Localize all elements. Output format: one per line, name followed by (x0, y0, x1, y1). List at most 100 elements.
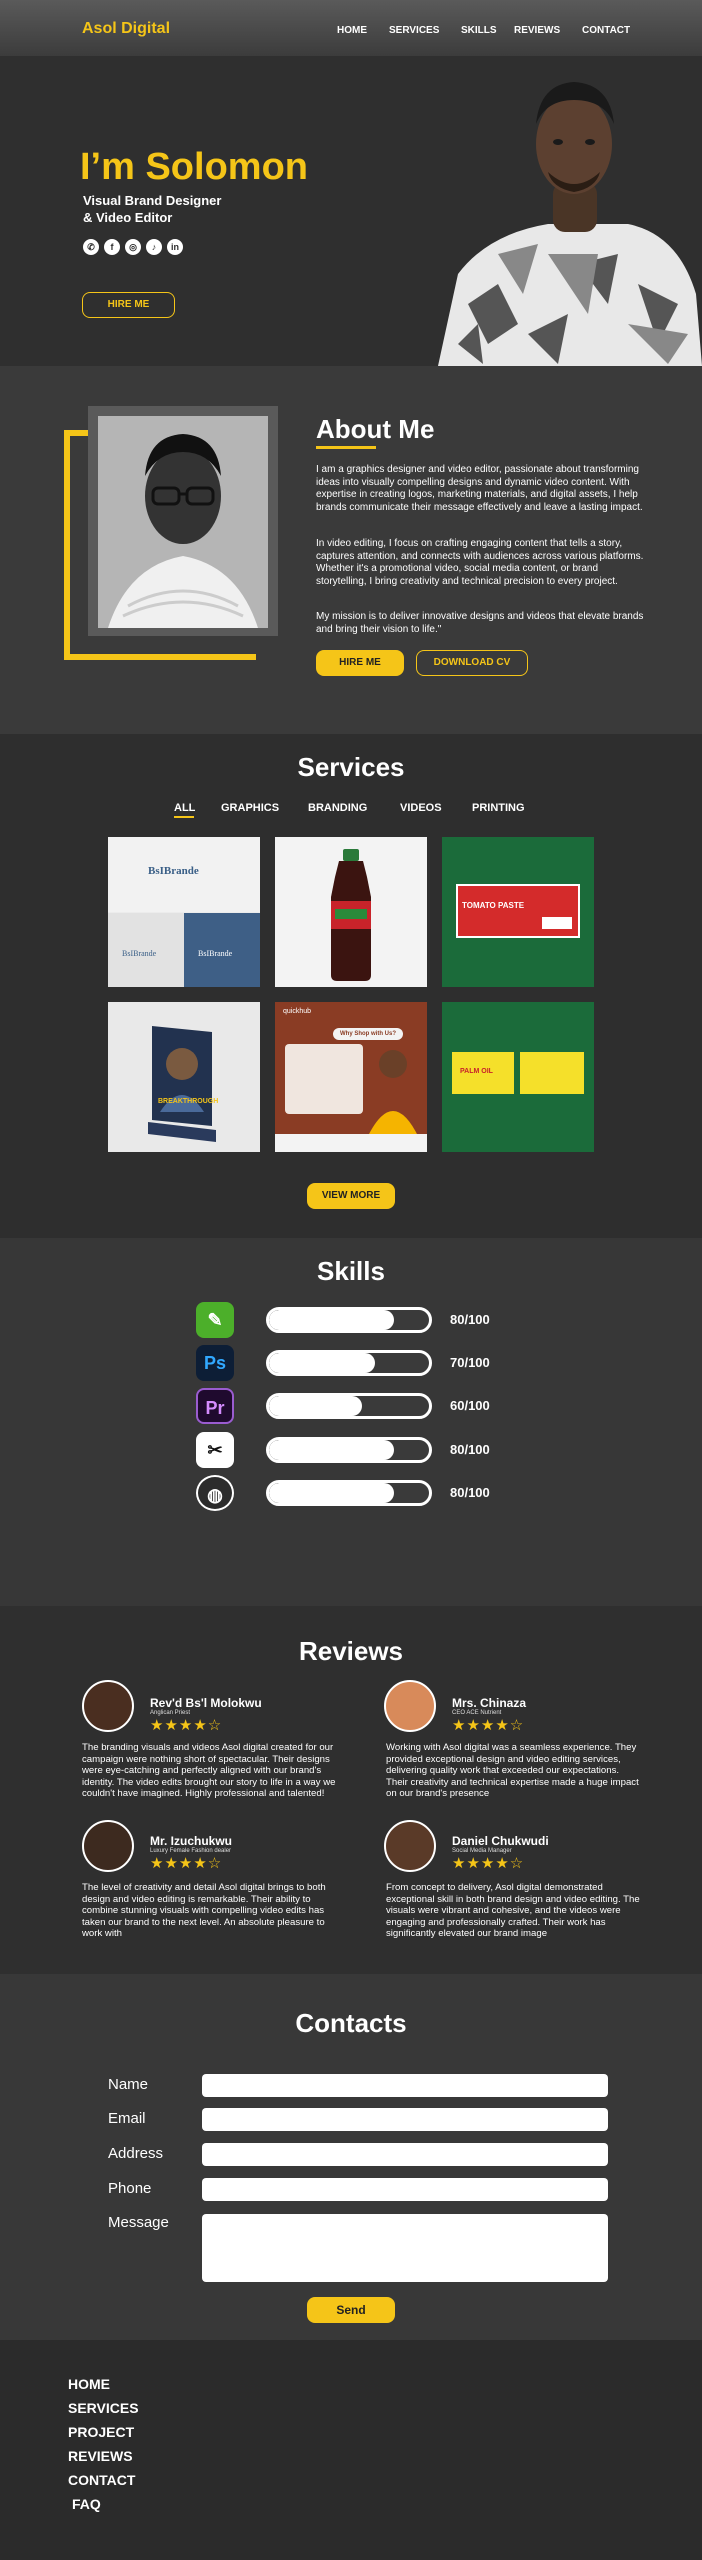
portfolio-tile-flyer[interactable]: quickhub Why Shop with Us? (275, 1002, 427, 1152)
tab-printing[interactable]: PRINTING (472, 802, 525, 814)
contacts-title: Contacts (295, 2008, 407, 2038)
services-section: Services ALL GRAPHICS BRANDING VIDEOS PR… (0, 734, 702, 1238)
reviewer-name: Mrs. Chinaza (452, 1696, 527, 1710)
brand-logo[interactable]: Asol Digital (82, 20, 170, 38)
about-photo (98, 416, 268, 628)
address-field[interactable] (202, 2143, 608, 2166)
reviewer-avatar (82, 1680, 134, 1732)
skill-progress-fill (269, 1353, 375, 1373)
skill-progress-bar (266, 1350, 432, 1376)
skill-progress-bar (266, 1437, 432, 1463)
photoshop-icon: Ps (196, 1345, 234, 1381)
hero-subtitle-line2: & Video Editor (83, 210, 173, 225)
star-rating: ★★★★☆ (452, 1855, 525, 1872)
download-cv-button[interactable]: DOWNLOAD CV (416, 650, 528, 676)
skill-progress-bar (266, 1393, 432, 1419)
tab-branding[interactable]: BRANDING (308, 802, 367, 814)
name-field[interactable] (202, 2074, 608, 2097)
tiktok-icon[interactable]: ♪ (146, 239, 162, 255)
skills-title: Skills (317, 1256, 385, 1286)
footer-link-home[interactable]: HOME (68, 2376, 110, 2392)
portfolio-tile-branding[interactable]: BsIBrande BsIBrande BsIBrande (108, 837, 260, 987)
premiere-pro-icon: Pr (196, 1388, 234, 1424)
site-footer: HOME SERVICES PROJECT REVIEWS CONTACT FA… (0, 2340, 702, 2560)
brand-mark-text: BsIBrande (198, 949, 233, 958)
star-rating: ★★★★☆ (150, 1717, 223, 1734)
hero-portrait (438, 82, 702, 366)
whatsapp-icon[interactable]: ✆ (83, 239, 99, 255)
tab-graphics[interactable]: GRAPHICS (221, 802, 279, 814)
skill-value: 70/100 (450, 1355, 490, 1370)
skill-value: 60/100 (450, 1398, 490, 1413)
coreldraw-icon: ✎ (196, 1302, 234, 1338)
footer-link-reviews[interactable]: REVIEWS (68, 2448, 133, 2464)
capcut-icon: ✂ (196, 1432, 234, 1468)
send-button[interactable]: Send (307, 2297, 395, 2323)
about-title: About Me (316, 414, 435, 444)
obs-icon: ◍ (196, 1475, 234, 1511)
nav-skills[interactable]: SKILLS (461, 25, 497, 36)
reviewer-name: Mr. Izuchukwu (150, 1834, 233, 1848)
tab-active-indicator (174, 816, 194, 818)
skill-value: 80/100 (450, 1485, 490, 1500)
nav-reviews[interactable]: REVIEWS (514, 25, 560, 36)
footer-link-project[interactable]: PROJECT (68, 2424, 134, 2440)
skill-value: 80/100 (450, 1442, 490, 1457)
footer-link-contact[interactable]: CONTACT (68, 2472, 135, 2488)
nav-contact[interactable]: CONTACT (582, 25, 630, 36)
about-paragraph-2: In video editing, I focus on crafting en… (316, 538, 644, 587)
brand-mark-text: BsIBrande (148, 865, 199, 877)
about-title-underline (316, 446, 376, 449)
instagram-icon[interactable]: ◎ (125, 239, 141, 255)
skill-progress-bar (266, 1307, 432, 1333)
review-text: Working with Asol digital was a seamless… (386, 1742, 639, 1799)
hero-section: I’m Solomon Visual Brand Designer & Vide… (0, 56, 702, 366)
portfolio-tile-tomato-paste[interactable]: TOMATO PASTE (442, 837, 594, 987)
about-section: About Me I am a graphics designer and vi… (0, 366, 702, 734)
book-title: BREAKTHROUGH (158, 1098, 219, 1105)
reviewer-avatar (384, 1820, 436, 1872)
hero-title: I’m Solomon (80, 146, 308, 188)
portfolio-tile-palm-oil[interactable]: PALM OIL (442, 1002, 594, 1152)
phone-label: Phone (108, 2180, 152, 2197)
reviewer-avatar (384, 1680, 436, 1732)
footer-link-services[interactable]: SERVICES (68, 2400, 139, 2416)
nav-home[interactable]: HOME (337, 25, 367, 36)
tomato-label: TOMATO PASTE (462, 901, 525, 910)
star-rating: ★★★★☆ (452, 1717, 525, 1734)
tab-videos[interactable]: VIDEOS (400, 802, 442, 814)
about-paragraph-1: I am a graphics designer and video edito… (316, 464, 643, 513)
contacts-section: Contacts Name Email Address Phone Messag… (0, 1974, 702, 2340)
about-hire-button[interactable]: HIRE ME (316, 650, 404, 676)
portfolio-tile-bottle[interactable] (275, 837, 427, 987)
reviewer-name: Daniel Chukwudi (452, 1834, 549, 1848)
review-text: The branding visuals and videos Asol dig… (82, 1742, 336, 1799)
skill-progress-fill (269, 1483, 394, 1503)
reviews-title: Reviews (298, 1636, 404, 1666)
email-field[interactable] (202, 2108, 608, 2131)
portfolio-tile-book[interactable]: BREAKTHROUGH (108, 1002, 260, 1152)
star-rating: ★★★★☆ (150, 1855, 223, 1872)
site-header: Asol Digital HOME SERVICES SKILLS REVIEW… (0, 0, 702, 56)
name-label: Name (108, 2076, 149, 2093)
phone-field[interactable] (202, 2178, 608, 2201)
about-paragraph-3: My mission is to deliver innovative desi… (316, 611, 644, 635)
reviewer-name: Rev'd Bs'l Molokwu (150, 1696, 262, 1710)
flyer-brand: quickhub (283, 1008, 312, 1015)
brand-mark-text: BsIBrande (122, 949, 157, 958)
message-field[interactable] (202, 2214, 608, 2282)
linkedin-icon[interactable]: in (167, 239, 183, 255)
skill-progress-fill (269, 1310, 394, 1330)
footer-link-faq[interactable]: FAQ (72, 2496, 101, 2512)
nav-services[interactable]: SERVICES (389, 25, 439, 36)
hero-hire-button[interactable]: HIRE ME (82, 292, 175, 318)
services-title: Services (297, 752, 405, 782)
reviewer-avatar (82, 1820, 134, 1872)
facebook-icon[interactable]: f (104, 239, 120, 255)
view-more-button[interactable]: VIEW MORE (307, 1183, 395, 1209)
tab-all[interactable]: ALL (174, 802, 195, 814)
hero-subtitle-line1: Visual Brand Designer (83, 193, 222, 208)
skill-progress-fill (269, 1440, 394, 1460)
skill-progress-fill (269, 1396, 362, 1416)
address-label: Address (108, 2145, 164, 2162)
